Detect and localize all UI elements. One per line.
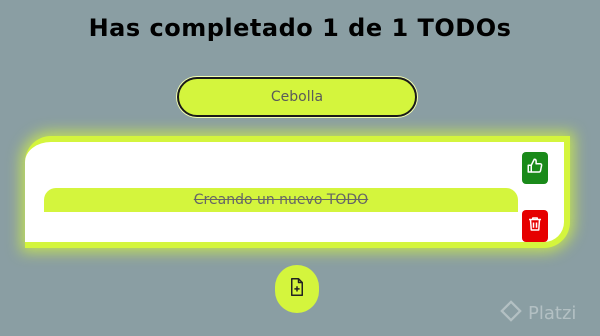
- new-file-icon: [288, 277, 306, 301]
- todo-item: Creando un nuevo TODO: [44, 188, 518, 212]
- add-todo-button[interactable]: [275, 265, 319, 313]
- complete-button[interactable]: [522, 152, 548, 184]
- delete-button[interactable]: [522, 210, 548, 242]
- thumbs-up-icon: [526, 157, 544, 179]
- platzi-watermark: Platzi: [500, 300, 576, 327]
- watermark-text: Platzi: [528, 303, 577, 324]
- search-box[interactable]: [177, 77, 417, 117]
- trash-icon: [526, 215, 544, 237]
- search-input[interactable]: [195, 88, 399, 106]
- todo-list: Creando un nuevo TODO: [25, 136, 570, 248]
- platzi-logo-icon: [500, 300, 522, 327]
- todo-item-text: Creando un nuevo TODO: [193, 192, 369, 208]
- page-title: Has completado 1 de 1 TODOs: [88, 14, 512, 42]
